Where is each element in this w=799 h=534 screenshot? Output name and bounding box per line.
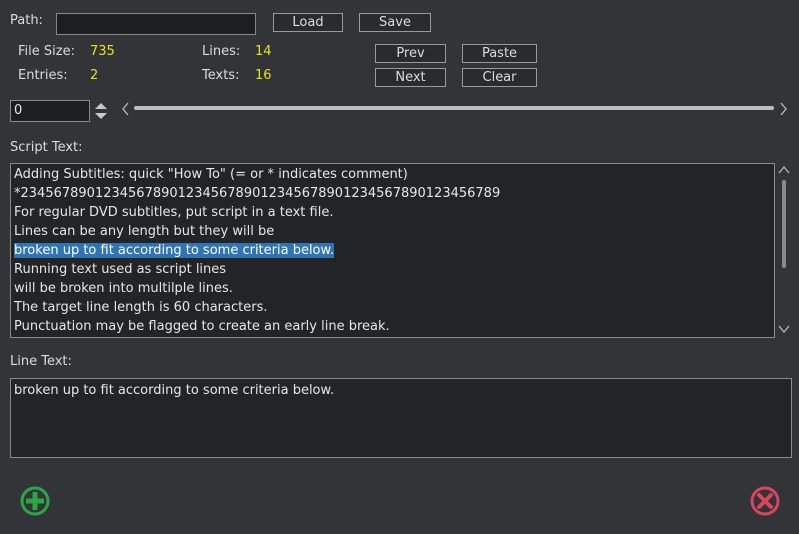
scroll-up-icon[interactable] — [777, 164, 791, 176]
line-text-label: Line Text: — [10, 354, 72, 369]
script-line-text: *234567890123456789012345678901234567890… — [14, 186, 501, 201]
clear-button[interactable]: Clear — [462, 68, 537, 87]
script-line-text: Punctuation may be flagged to create an … — [14, 319, 390, 334]
script-textarea[interactable]: Adding Subtitles: quick "How To" (= or *… — [10, 163, 775, 338]
script-line[interactable]: Adding Subtitles: quick "How To" (= or *… — [11, 165, 774, 184]
file-size-value: 735 — [90, 44, 115, 59]
paste-button[interactable]: Paste — [462, 44, 537, 63]
path-input[interactable] — [56, 13, 256, 35]
script-line-text: The target line length is 60 characters. — [14, 300, 268, 315]
script-line-text: will be broken into multilple lines. — [14, 281, 233, 296]
line-text-textarea[interactable]: broken up to fit according to some crite… — [10, 378, 792, 458]
lines-value: 14 — [255, 44, 272, 59]
script-line-text: For regular DVD subtitles, put script in… — [14, 205, 334, 220]
delete-icon[interactable] — [749, 485, 781, 517]
path-label: Path: — [10, 13, 43, 28]
script-line-text: Lines can be any length but they will be — [14, 224, 275, 239]
save-button[interactable]: Save — [359, 13, 431, 32]
prev-button[interactable]: Prev — [375, 44, 446, 63]
texts-label: Texts: — [202, 68, 240, 83]
script-line[interactable]: will be broken into multilple lines. — [11, 279, 774, 298]
entries-value: 2 — [90, 68, 99, 83]
script-line-text: Adding Subtitles: quick "How To" (= or *… — [14, 167, 408, 182]
script-line[interactable]: Lines can be any length but they will be — [11, 222, 774, 241]
script-line[interactable]: *234567890123456789012345678901234567890… — [11, 184, 774, 203]
texts-value: 16 — [255, 68, 272, 83]
spin-arrows-icon[interactable] — [93, 101, 109, 121]
script-text-label: Script Text: — [10, 140, 83, 155]
script-line[interactable]: Running text used as script lines — [11, 260, 774, 279]
position-slider[interactable] — [134, 106, 774, 110]
add-icon[interactable] — [19, 485, 51, 517]
script-line[interactable]: For regular DVD subtitles, put script in… — [11, 203, 774, 222]
script-scrollbar-thumb[interactable] — [782, 180, 786, 268]
lines-label: Lines: — [202, 44, 241, 59]
file-size-label: File Size: — [18, 44, 75, 59]
entries-label: Entries: — [18, 68, 68, 83]
script-line-text: broken up to fit according to some crite… — [14, 243, 335, 258]
slider-left-arrow-icon[interactable] — [120, 101, 132, 117]
scroll-down-icon[interactable] — [777, 323, 791, 335]
script-line-text: Running text used as script lines — [14, 262, 227, 277]
script-line-selected[interactable]: broken up to fit according to some crite… — [11, 241, 774, 260]
script-line[interactable]: The target line length is 60 characters. — [11, 298, 774, 317]
load-button[interactable]: Load — [273, 13, 343, 32]
next-button[interactable]: Next — [375, 68, 446, 87]
slider-right-arrow-icon[interactable] — [778, 101, 790, 117]
script-line[interactable]: Punctuation may be flagged to create an … — [11, 317, 774, 336]
position-spinbox[interactable]: 0 — [10, 100, 90, 122]
